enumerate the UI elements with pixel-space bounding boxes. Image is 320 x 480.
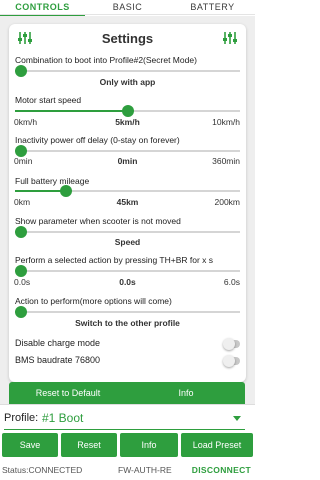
load-preset-button[interactable]: Load Preset: [181, 433, 253, 457]
show-param-value: Speed: [114, 237, 141, 247]
action-to-perform-slider[interactable]: [15, 306, 240, 318]
combination-thumb[interactable]: [15, 65, 27, 77]
chevron-down-icon[interactable]: [233, 416, 241, 421]
profile-underline: [4, 429, 245, 430]
reset-default-button[interactable]: Reset to Default: [9, 388, 127, 398]
sliders-icon: [223, 32, 237, 44]
show-param-slider[interactable]: [15, 226, 240, 238]
combination-label: Combination to boot into Profile#2(Secre…: [15, 55, 197, 65]
profile-panel: Profile: #1 Boot Save Reset Info Load Pr…: [0, 404, 255, 480]
bms-baud-label: BMS baudrate 76800: [15, 355, 101, 365]
card-button-bar: Reset to Default Info: [9, 382, 245, 404]
full-battery-slider[interactable]: [15, 185, 240, 197]
settings-card: Settings Combination to boot into Profil…: [9, 24, 246, 382]
fw-text: FW-AUTH-RE: [118, 465, 172, 475]
combination-slider[interactable]: [15, 65, 240, 77]
inactivity-max: 360min: [212, 156, 240, 166]
profile-select[interactable]: #1 Boot: [42, 411, 83, 425]
save-button[interactable]: Save: [2, 433, 58, 457]
motor-start-label: Motor start speed: [15, 95, 82, 105]
show-param-label: Show parameter when scooter is not moved: [15, 216, 181, 226]
perform-action-max: 6.0s: [223, 277, 240, 287]
reset-button[interactable]: Reset: [61, 433, 117, 457]
perform-action-thumb[interactable]: [15, 265, 27, 277]
motor-start-thumb[interactable]: [121, 105, 134, 117]
settings-header: Settings: [9, 30, 246, 50]
full-battery-values: 0km 45km 200km: [9, 197, 246, 209]
action-to-perform-thumb[interactable]: [15, 306, 27, 318]
full-battery-thumb[interactable]: [59, 185, 72, 197]
settings-title: Settings: [101, 31, 154, 46]
inactivity-values: 0min 0min 360min: [9, 156, 246, 168]
perform-action-label: Perform a selected action by pressing TH…: [15, 255, 214, 265]
disable-charge-label: Disable charge mode: [15, 338, 101, 348]
inactivity-slider[interactable]: [15, 145, 240, 157]
motor-start-max: 10km/h: [212, 117, 240, 127]
motor-start-value: 5km/h: [115, 117, 140, 127]
combination-value: Only with app: [99, 77, 156, 87]
tab-divider: [0, 14, 255, 15]
inactivity-value: 0min: [117, 156, 138, 166]
full-battery-fill: [15, 190, 66, 192]
status-bar: Status:CONNECTED FW-AUTH-RE DISCONNECT: [0, 465, 255, 479]
motor-start-fill: [15, 110, 128, 112]
full-battery-value: 45km: [116, 197, 139, 207]
full-battery-max: 200km: [214, 197, 240, 207]
disable-charge-toggle[interactable]: [223, 338, 240, 350]
motor-start-slider[interactable]: [15, 105, 240, 117]
perform-action-value: 0.0s: [119, 277, 136, 287]
bms-baud-toggle[interactable]: [223, 355, 240, 367]
status-text: Status:CONNECTED: [2, 465, 83, 475]
disconnect-button[interactable]: DISCONNECT: [192, 465, 251, 475]
motor-start-values: 0km/h 5km/h 10km/h: [9, 117, 246, 129]
action-to-perform-label: Action to perform(more options will come…: [15, 296, 172, 306]
info-button[interactable]: Info: [120, 433, 178, 457]
perform-action-slider[interactable]: [15, 265, 240, 277]
perform-action-values: 0.0s 0.0s 6.0s: [9, 277, 246, 289]
info-button[interactable]: Info: [127, 388, 245, 398]
full-battery-label: Full battery mileage: [15, 176, 90, 186]
inactivity-label: Inactivity power off delay (0-stay on fo…: [15, 135, 180, 145]
profile-actions: Save Reset Info Load Preset: [2, 433, 253, 457]
action-to-perform-value: Switch to the other profile: [75, 318, 180, 328]
profile-label: Profile:: [4, 412, 39, 424]
